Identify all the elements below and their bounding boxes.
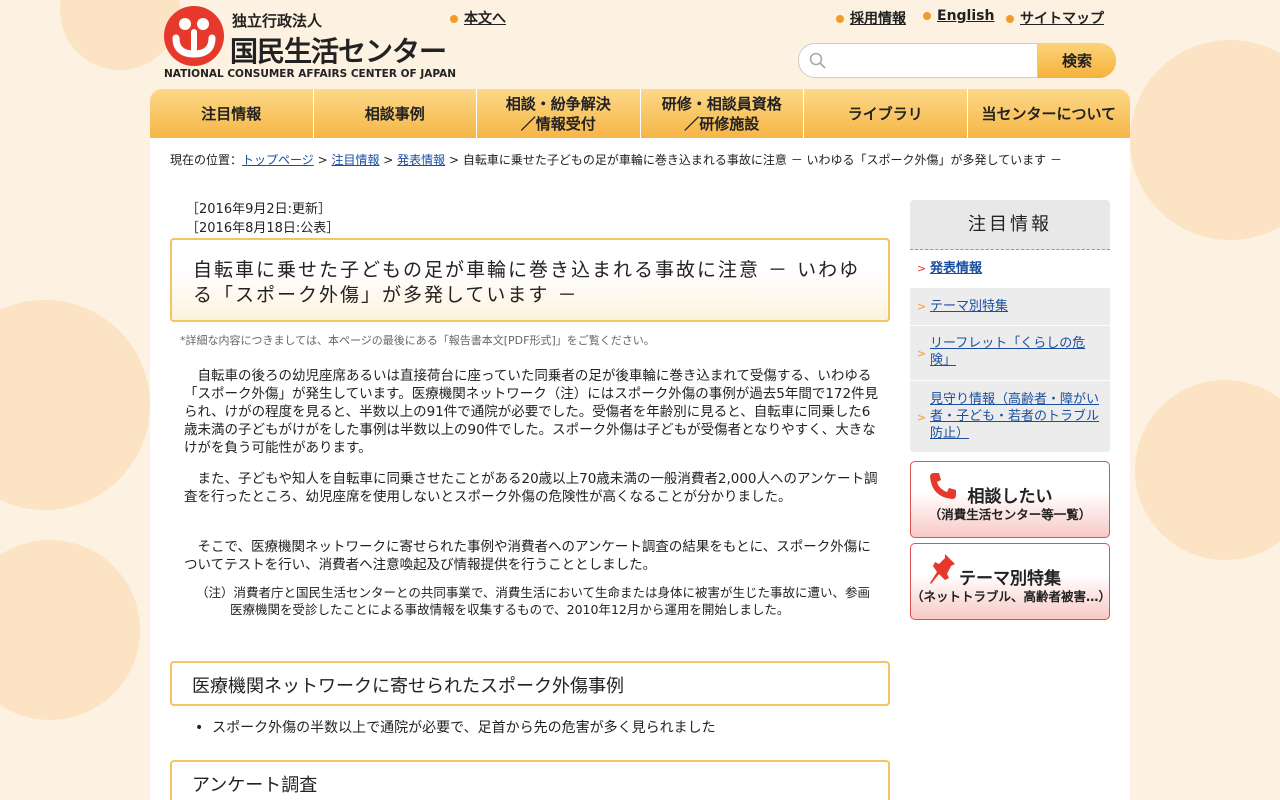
page-title-box: 自転車に乗せた子どもの足が車輪に巻き込まれる事故に注意 － いわゆる「スポーク外… (170, 238, 890, 322)
nav-item-training[interactable]: 研修・相談員資格 ／研修施設 (640, 89, 804, 138)
sidebar-item-watch[interactable]: > 見守り情報（高齢者・障がい者・子ども・若者のトラブル防止） (910, 381, 1110, 453)
search-form: 検索 (798, 43, 1116, 78)
footnote: （注）消費者庁と国民生活センターとの共同事業で、消費生活において生命または身体に… (196, 585, 871, 617)
published-date: ［2016年8月18日:公表］ (186, 221, 340, 236)
nav-item-about[interactable]: 当センターについて (967, 89, 1130, 138)
bg-circle (1135, 380, 1280, 560)
english-link[interactable]: English (923, 8, 994, 24)
nav-item-featured[interactable]: 注目情報 (150, 89, 314, 138)
logo-english: NATIONAL CONSUMER AFFAIRS CENTER OF JAPA… (164, 68, 457, 80)
search-button[interactable]: 検索 (1038, 43, 1116, 78)
breadcrumb-link-press[interactable]: 発表情報 (397, 153, 445, 167)
search-field (798, 43, 1038, 78)
search-input[interactable] (833, 50, 1029, 72)
site-header: 独立行政法人 国民生活センター NATIONAL CONSUMER AFFAIR… (150, 0, 1130, 90)
breadcrumb-current: 自転車に乗せた子どもの足が車輪に巻き込まれる事故に注意 － いわゆる「スポーク外… (462, 153, 1062, 167)
arrow-right-icon: > (917, 300, 927, 313)
logo-title: 国民生活センター (230, 35, 447, 68)
breadcrumb-link-featured[interactable]: 注目情報 (331, 153, 379, 167)
sidebar-item-leaflet[interactable]: > リーフレット「くらしの危険」 (910, 326, 1110, 381)
skip-to-content-link[interactable]: 本文へ (450, 8, 506, 28)
breadcrumb: 現在の位置：トップページ > 注目情報 > 発表情報 > 自転車に乗せた子どもの… (170, 153, 1062, 167)
list-item: • スポーク外傷の半数以上で通院が必要で、足首から先の危害が多く見られました (195, 720, 716, 736)
body-paragraph: そこで、医療機関ネットワークに寄せられた事例や消費者へのアンケート調査の結果をも… (184, 539, 871, 573)
bullet-dot-icon (836, 15, 844, 23)
nav-item-consultation[interactable]: 相談・紛争解決 ／情報受付 (477, 89, 641, 138)
arrow-right-icon: > (917, 262, 927, 275)
body-paragraph: また、子どもや知人を自転車に同乗させたことがある20歳以上70歳未満の一般消費者… (184, 471, 878, 505)
theme-feature-button[interactable]: テーマ別特集 （ネットトラブル、高齢者被害…） (910, 543, 1111, 620)
search-icon (809, 52, 826, 69)
recruit-link[interactable]: 採用情報 (836, 8, 906, 28)
sidebar-heading: 注目情報 (910, 200, 1110, 250)
sidebar-nav: 注目情報 > 発表情報 > テーマ別特集 > リーフレット「くらしの危険」 > 見守り情… (910, 200, 1110, 453)
main-content: 現在の位置：トップページ > 注目情報 > 発表情報 > 自転車に乗せた子どもの… (150, 138, 1130, 800)
arrow-right-icon: > (917, 347, 927, 360)
page-title: 自転車に乗せた子どもの足が車輪に巻き込まれる事故に注意 － いわゆる「スポーク外… (193, 259, 861, 306)
global-nav: 注目情報 相談事例 相談・紛争解決 ／情報受付 研修・相談員資格 ／研修施設 ラ… (150, 89, 1130, 138)
bullet-dot-icon (1006, 15, 1014, 23)
nav-item-library[interactable]: ライブラリ (804, 89, 968, 138)
bullet-dot-icon (923, 12, 931, 20)
section-heading: アンケート調査 (170, 760, 890, 800)
bg-circle (0, 540, 140, 720)
sidebar-item-press[interactable]: > 発表情報 (910, 250, 1110, 288)
logo-subtitle: 独立行政法人 (232, 12, 323, 30)
section-heading: 医療機関ネットワークに寄せられたスポーク外傷事例 (170, 661, 890, 706)
arrow-right-icon: > (917, 411, 927, 424)
bg-circle (1130, 40, 1280, 240)
nav-item-cases[interactable]: 相談事例 (313, 89, 477, 138)
sitemap-link[interactable]: サイトマップ (1006, 8, 1104, 28)
report-note: *詳細な内容につきましては、本ページの最後にある「報告書本文[PDF形式]」をご… (180, 334, 655, 347)
updated-date: ［2016年9月2日:更新］ (186, 202, 332, 217)
body-paragraph: 自転車の後ろの幼児座席あるいは直接荷台に座っていた同乗者の足が後車輪に巻き込まれ… (184, 368, 879, 456)
date-info: ［2016年9月2日:更新］ ［2016年8月18日:公表］ (186, 200, 339, 238)
breadcrumb-link-top[interactable]: トップページ (242, 153, 314, 167)
bg-circle (0, 300, 150, 510)
consult-button[interactable]: 相談したい （消費生活センター等一覧） (910, 461, 1110, 538)
sidebar-item-themes[interactable]: > テーマ別特集 (910, 288, 1110, 326)
logo-mark-icon (164, 6, 224, 66)
site-logo[interactable]: 独立行政法人 国民生活センター NATIONAL CONSUMER AFFAIR… (164, 6, 456, 82)
bullet-dot-icon (450, 15, 458, 23)
